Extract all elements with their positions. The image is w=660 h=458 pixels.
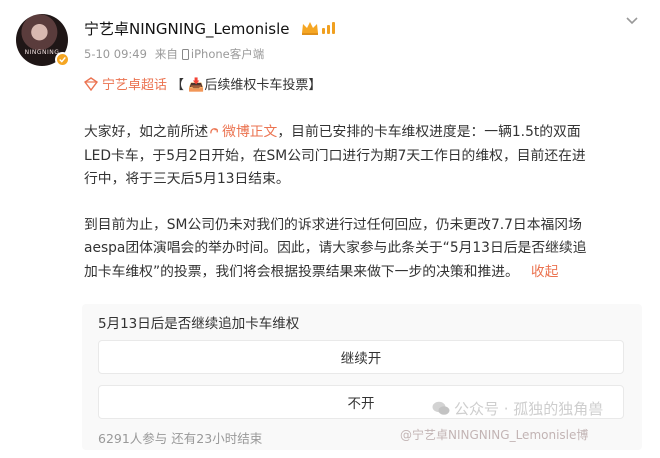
post-text: 大家好，如之前所述 微博正文，目前已安排的卡车维权进度是：一辆1.5t的双面 LE… — [84, 121, 644, 284]
poll-title: 5月13日后是否继续追加卡车维权 — [98, 316, 300, 332]
collapse-link[interactable]: 收起 — [531, 264, 559, 280]
weibo-watermark: @宁艺卓NINGNING_Lemonisle博 — [400, 428, 589, 442]
supertopic-link[interactable]: 宁艺卓超话 — [102, 74, 167, 93]
wechat-watermark-text: 公众号 · 孤独的独角兽 — [454, 400, 604, 418]
weibo-post-link[interactable]: 微博正文 — [222, 124, 277, 140]
post-line: 到目前为止，SM公司仍未对我们的诉求进行过任何回应，仍未更改7.7日本福冈场 — [84, 216, 582, 233]
post-line: 加卡车维权”的投票，我们将会根据投票结果来做下一步的决策和推进。 收起 — [84, 261, 644, 285]
post-time: 5-10 09:49 — [84, 47, 147, 61]
post-text-segment: 加卡车维权”的投票，我们将会根据投票结果来做下一步的决策和推进。 — [84, 263, 519, 280]
wechat-watermark: 公众号 · 孤独的独角兽 — [432, 398, 603, 419]
topic-line: 宁艺卓超话 【 📥后续维权卡车投票】 — [84, 74, 321, 93]
post-text-segment: 大家好，如之前所述 — [84, 124, 209, 140]
fan-level-icon — [322, 22, 335, 34]
poll-status: 6291人参与 还有23小时结束 — [98, 431, 263, 446]
supertopic-icon — [84, 76, 98, 91]
post-line: 行中，将于三天后5月13日结束。 — [84, 171, 290, 187]
via-label: 来自 — [154, 47, 178, 61]
topic-title: 【 📥后续维权卡车投票】 — [171, 78, 322, 93]
verified-badge-icon — [55, 52, 70, 67]
post-line: 大家好，如之前所述 微博正文，目前已安排的卡车维权进度是：一辆1.5t的双面 — [84, 121, 644, 145]
chevron-down-icon[interactable] — [624, 12, 640, 28]
author-name[interactable]: 宁艺卓NINGNING_Lemonisle — [84, 18, 289, 39]
post-text-segment: ，目前已安排的卡车维权进度是：一辆1.5t的双面 — [277, 124, 581, 140]
link-icon — [210, 128, 219, 134]
poll-option-continue[interactable]: 继续开 — [98, 340, 624, 374]
source-link[interactable]: iPhone客户端 — [191, 46, 264, 62]
post-meta: 5-10 09:49 来自 iPhone客户端 — [84, 46, 264, 62]
post-line: LED卡车，于5月2日开始，在SM公司门口进行为期7天工作日的维权，目前还在进 — [84, 147, 586, 164]
wechat-icon — [432, 401, 450, 415]
post-line: aespa团体演唱会的举办时间。因此，请大家参与此条关于“5月13日后是否继续追 — [84, 240, 587, 256]
phone-icon — [181, 48, 189, 60]
crown-icon[interactable] — [300, 20, 320, 36]
